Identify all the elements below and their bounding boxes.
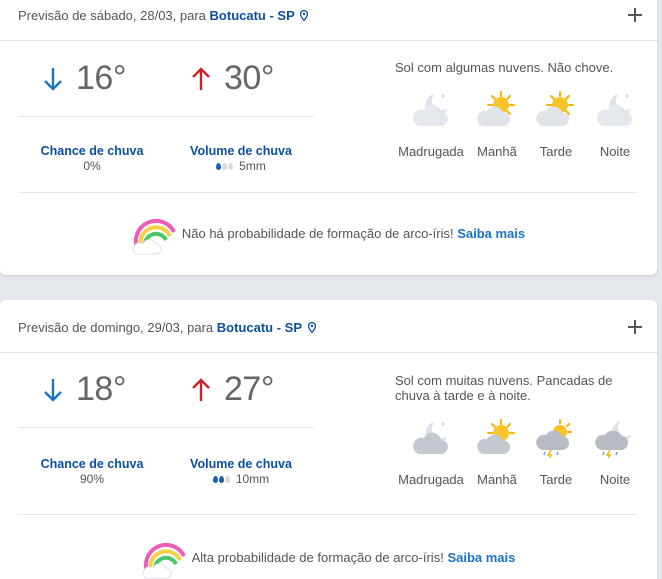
rain-chance: Chance de chuva 90%: [36, 457, 148, 486]
period-icons: Madrugada Manhã Tarde Noite: [395, 418, 645, 487]
forecast-description: Sol com algumas nuvens. Não chove.: [395, 60, 614, 75]
rainbow-message: Não há probabilidade de formação de arco…: [182, 226, 525, 241]
location-pin-icon: [307, 322, 316, 333]
forecast-header[interactable]: Previsão de domingo, 29/03, para Botucat…: [0, 300, 657, 353]
max-temperature-value: 27°: [224, 370, 274, 408]
sun-cloud-icon: [536, 91, 574, 126]
arrow-up-icon: [192, 377, 210, 401]
expand-plus-icon[interactable]: [627, 319, 643, 335]
rainbow-forecast: Não há probabilidade de formação de arco…: [0, 210, 657, 256]
forecast-title: Previsão de domingo, 29/03, para Botucat…: [18, 320, 316, 335]
period-noite: Noite: [585, 90, 645, 159]
rainbow-icon: [132, 218, 176, 255]
location-pin-icon: [300, 10, 309, 21]
min-temperature: 16°: [42, 59, 126, 98]
period-tarde: Tarde: [527, 418, 585, 487]
period-manha: Manhã: [467, 90, 527, 159]
rainbow-text: Alta probabilidade de formação de arco-í…: [191, 549, 444, 565]
sun-cloud-icon: [477, 91, 515, 126]
min-temperature-value: 18°: [76, 370, 126, 408]
rain-volume-label: Volume de chuva: [190, 144, 292, 158]
rainbow-message: Alta probabilidade de formação de arco-í…: [192, 550, 516, 565]
rain-volume: Volume de chuva 5mm: [184, 144, 298, 173]
period-name: Noite: [599, 144, 631, 159]
city-name[interactable]: Botucatu - SP: [210, 8, 295, 23]
period-name: Manhã: [477, 472, 517, 487]
forecast-card-sunday: Previsão de domingo, 29/03, para Botucat…: [0, 300, 657, 579]
sun-storm-icon: [536, 419, 572, 458]
arrow-up-icon: [192, 66, 210, 90]
period-madrugada: Madrugada: [395, 418, 467, 487]
period-madrugada: Madrugada: [395, 90, 467, 159]
rain-chance-value: 90%: [79, 472, 105, 486]
expand-plus-icon[interactable]: [627, 7, 643, 23]
rain-volume: Volume de chuva 10mm: [184, 457, 298, 486]
period-icons: Madrugada Manhã Tarde Noite: [395, 90, 645, 159]
moon-cloud-icon: [413, 93, 448, 126]
rain-volume-label: Volume de chuva: [190, 457, 292, 471]
period-name: Madrugada: [398, 144, 464, 159]
moon-cloud-icon: [413, 421, 448, 454]
period-manha: Manhã: [467, 418, 527, 487]
period-noite: Noite: [585, 418, 645, 487]
moon-storm-icon: [595, 421, 632, 458]
forecast-title-prefix: Previsão de sábado, 28/03, para: [18, 8, 206, 23]
arrow-down-icon: [44, 378, 62, 402]
max-temperature: 30°: [190, 59, 274, 98]
rain-drops-icon: [216, 162, 234, 170]
period-name: Manhã: [477, 144, 517, 159]
max-temperature-value: 30°: [224, 59, 274, 97]
moon-cloud-icon: [597, 93, 632, 126]
divider: [18, 192, 637, 193]
temperature-range: 16° 30°: [18, 51, 314, 117]
city-name[interactable]: Botucatu - SP: [217, 320, 302, 335]
rain-drops-icon: [212, 475, 230, 483]
temperature-range: 18° 27°: [18, 362, 314, 428]
rain-chance: Chance de chuva 0%: [36, 144, 148, 173]
learn-more-link[interactable]: Saiba mais: [457, 226, 525, 241]
period-tarde: Tarde: [527, 90, 585, 159]
sun-cloud-icon: [477, 419, 515, 454]
rain-volume-value: 5mm: [239, 159, 266, 173]
forecast-card-saturday: Previsão de sábado, 28/03, para Botucatu…: [0, 0, 657, 275]
rainbow-forecast: Alta probabilidade de formação de arco-í…: [0, 534, 657, 579]
period-name: Noite: [599, 472, 631, 487]
rain-volume-value: 10mm: [235, 472, 270, 486]
period-name: Tarde: [539, 144, 573, 159]
rain-chance-value: 0%: [83, 159, 101, 173]
forecast-header[interactable]: Previsão de sábado, 28/03, para Botucatu…: [0, 0, 657, 41]
rain-chance-label: Chance de chuva: [40, 144, 144, 158]
arrow-down-icon: [44, 67, 62, 91]
forecast-title-prefix: Previsão de domingo, 29/03, para: [18, 320, 214, 335]
forecast-title: Previsão de sábado, 28/03, para Botucatu…: [18, 8, 309, 23]
period-name: Tarde: [539, 472, 573, 487]
rainbow-text: Não há probabilidade de formação de arco…: [181, 225, 454, 241]
rain-chance-label: Chance de chuva: [40, 457, 144, 471]
period-name: Madrugada: [398, 472, 464, 487]
divider: [18, 514, 637, 515]
learn-more-link[interactable]: Saiba mais: [447, 550, 515, 565]
min-temperature-value: 16°: [76, 59, 126, 97]
rainbow-icon: [142, 542, 186, 579]
max-temperature: 27°: [190, 370, 274, 409]
min-temperature: 18°: [42, 370, 126, 409]
forecast-description: Sol com muitas nuvens. Pancadas de chuva…: [395, 373, 613, 403]
